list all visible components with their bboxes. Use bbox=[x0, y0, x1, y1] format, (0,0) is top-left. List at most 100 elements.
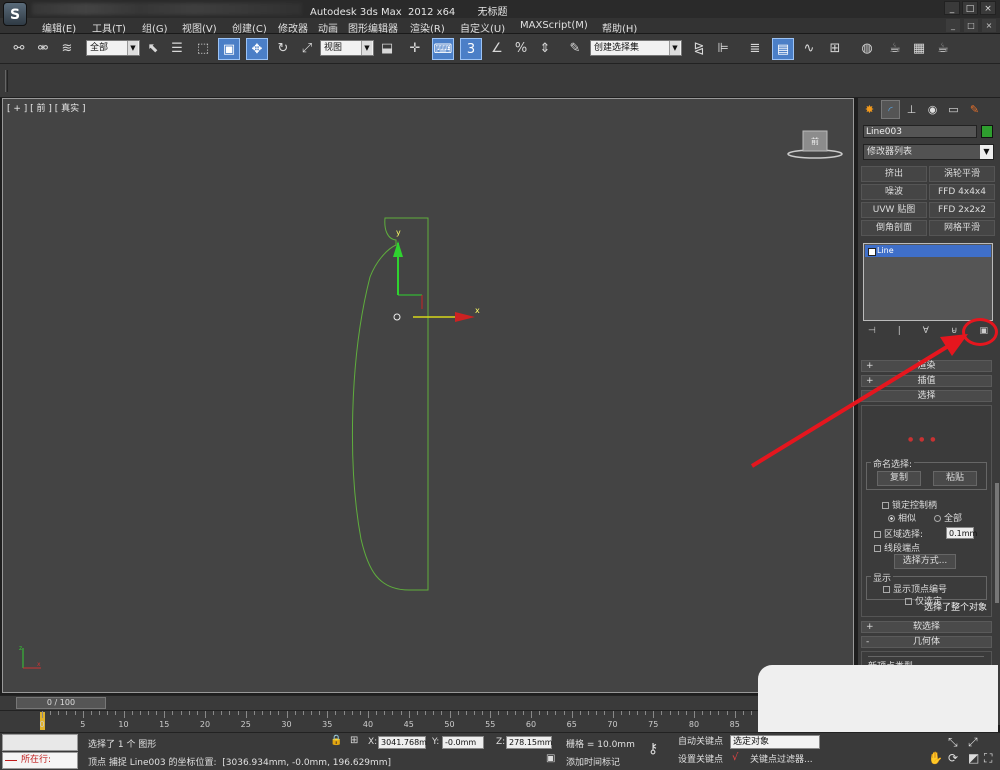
mirror-icon[interactable]: ⧎ bbox=[688, 38, 710, 60]
menu-rendering[interactable]: 渲染(R) bbox=[410, 20, 445, 35]
segment-end-checkbox[interactable]: 线段端点 bbox=[874, 541, 920, 554]
minimize-button[interactable]: _ bbox=[944, 1, 960, 15]
paste-button[interactable]: 粘贴 bbox=[933, 471, 977, 486]
doc-close-button[interactable]: × bbox=[982, 19, 996, 32]
hierarchy-tab-icon[interactable]: ⊥ bbox=[902, 100, 921, 119]
layer-manager-icon[interactable]: ≣ bbox=[744, 38, 766, 60]
curve-editor-icon[interactable]: ∿ bbox=[798, 38, 820, 60]
zoom-extents-icon[interactable]: ⤡ bbox=[948, 735, 958, 750]
menu-graph-editors[interactable]: 图形编辑器 bbox=[348, 20, 398, 35]
pivot-icon[interactable]: ⬓ bbox=[376, 38, 398, 60]
menu-tools[interactable]: 工具(T) bbox=[92, 20, 126, 35]
menu-group[interactable]: 组(G) bbox=[142, 20, 168, 35]
scale-icon[interactable]: ⤢ bbox=[296, 38, 318, 60]
modifier-turbosmooth-button[interactable]: 涡轮平滑 bbox=[929, 166, 995, 182]
modifier-bevel-profile-button[interactable]: 倒角剖面 bbox=[861, 220, 927, 236]
fov-icon[interactable]: ◩ bbox=[968, 751, 979, 765]
render-setup-icon[interactable]: ☕ bbox=[884, 38, 906, 60]
schematic-icon[interactable]: ⊞ bbox=[824, 38, 846, 60]
object-name-field[interactable]: Line003 bbox=[863, 125, 977, 138]
pan-icon[interactable]: ✋ bbox=[928, 751, 943, 765]
subobject-level-icons[interactable]: ● ● ● bbox=[908, 436, 938, 443]
graphite-icon[interactable]: ▤ bbox=[772, 38, 794, 60]
app-logo-icon[interactable]: S bbox=[3, 2, 27, 26]
maximize-button[interactable]: □ bbox=[962, 1, 978, 15]
set-key-button[interactable]: 设置关键点 bbox=[678, 753, 723, 768]
utilities-tab-icon[interactable]: ✎ bbox=[965, 100, 984, 119]
modifier-meshsmooth-button[interactable]: 网格平滑 bbox=[929, 220, 995, 236]
zoom-all-icon[interactable]: ⤢ bbox=[968, 735, 978, 750]
angle-snap-icon[interactable]: ∠ bbox=[486, 38, 508, 60]
time-tag-icon[interactable]: ▣ bbox=[546, 753, 555, 764]
rect-selection-icon[interactable]: ⬚ bbox=[192, 38, 214, 60]
rollout-geometry[interactable]: - 几何体 bbox=[861, 636, 992, 648]
spinner-snap-icon[interactable]: ⇕ bbox=[534, 38, 556, 60]
modifier-ffd444-button[interactable]: FFD 4x4x4 bbox=[929, 184, 995, 200]
menu-create[interactable]: 创建(C) bbox=[232, 20, 267, 35]
keyboard-shortcut-icon[interactable]: ⌨ bbox=[432, 38, 454, 60]
doc-restore-button[interactable]: □ bbox=[964, 19, 978, 32]
time-slider[interactable]: 0 / 100 bbox=[16, 697, 106, 709]
remove-modifier-icon[interactable]: ⊌ bbox=[951, 326, 958, 340]
rollout-selection[interactable]: - 选择 bbox=[861, 390, 992, 402]
auto-key-button[interactable]: 自动关键点 bbox=[678, 735, 723, 750]
create-tab-icon[interactable]: ✸ bbox=[860, 100, 879, 119]
percent-snap-icon[interactable]: % bbox=[510, 38, 532, 60]
modifier-noise-button[interactable]: 噪波 bbox=[861, 184, 927, 200]
lock-selection-icon[interactable]: 🔒 bbox=[330, 735, 342, 746]
maximize-viewport-icon[interactable]: ⛶ bbox=[984, 751, 992, 766]
area-selection-spinner[interactable]: 0.1mm bbox=[946, 527, 977, 539]
align-icon[interactable]: ⊫ bbox=[712, 38, 734, 60]
render-icon[interactable]: ☕ bbox=[932, 38, 954, 60]
close-button[interactable]: × bbox=[980, 1, 996, 15]
unlink-icon[interactable]: ⚮ bbox=[32, 38, 54, 60]
modify-tab-icon[interactable]: ◜ bbox=[881, 100, 900, 119]
orbit-icon[interactable]: ⟳ bbox=[948, 751, 958, 765]
menu-maxscript[interactable]: MAXScript(M) bbox=[520, 20, 588, 31]
strip-drag-handle[interactable] bbox=[5, 70, 8, 92]
rendered-frame-icon[interactable]: ▦ bbox=[908, 38, 930, 60]
rollout-soft-selection[interactable]: + 软选择 bbox=[861, 621, 992, 633]
viewcube-icon[interactable]: 前 bbox=[785, 129, 845, 163]
reference-coord-dropdown[interactable]: 视图 ▼ bbox=[320, 40, 374, 56]
modifier-stack[interactable]: Line bbox=[863, 243, 993, 321]
named-selection-dropdown[interactable]: 创建选择集 ▼ bbox=[590, 40, 682, 56]
move-icon[interactable]: ✥ bbox=[246, 38, 268, 60]
key-mode-icon[interactable]: √ bbox=[732, 752, 738, 763]
track-bar[interactable]: 051015202530354045505560657075808590 bbox=[0, 710, 858, 732]
lock-handles-checkbox[interactable]: 锁定控制柄 bbox=[882, 498, 937, 511]
alike-radio[interactable]: 相似 bbox=[888, 511, 916, 524]
make-unique-icon[interactable]: ∀ bbox=[923, 326, 929, 340]
quick-access-toolbar[interactable] bbox=[32, 3, 302, 15]
select-by-button[interactable]: 选择方式... bbox=[894, 554, 956, 569]
menu-edit[interactable]: 编辑(E) bbox=[42, 20, 76, 35]
select-by-name-icon[interactable]: ☰ bbox=[166, 38, 188, 60]
menu-views[interactable]: 视图(V) bbox=[182, 20, 217, 35]
modifier-uvw-button[interactable]: UVW 贴图 bbox=[861, 202, 927, 218]
z-coord-field[interactable]: 278.15mm bbox=[506, 736, 553, 749]
menu-animation[interactable]: 动画 bbox=[318, 20, 338, 35]
select-object-icon[interactable]: ⬉ bbox=[142, 38, 164, 60]
rollout-interpolation[interactable]: + 插值 bbox=[861, 375, 992, 387]
bind-spacewarp-icon[interactable]: ≋ bbox=[56, 38, 78, 60]
window-crossing-icon[interactable]: ▣ bbox=[218, 38, 240, 60]
menu-help[interactable]: 帮助(H) bbox=[602, 20, 637, 35]
add-time-tag-button[interactable]: 添加时间标记 bbox=[566, 755, 620, 768]
selected-object-dropdown[interactable]: 选定对象 bbox=[730, 735, 820, 749]
y-coord-field[interactable]: -0.0mm bbox=[442, 736, 484, 749]
absolute-mode-icon[interactable]: ⊞ bbox=[350, 735, 358, 746]
maxscript-listener-input[interactable] bbox=[2, 734, 78, 751]
pin-stack-icon[interactable]: ⊣ bbox=[868, 326, 876, 340]
key-filters-button[interactable]: 关键点过滤器... bbox=[750, 753, 813, 768]
manipulate-icon[interactable]: ✛ bbox=[404, 38, 426, 60]
modifier-ffd222-button[interactable]: FFD 2x2x2 bbox=[929, 202, 995, 218]
menu-modifiers[interactable]: 修改器 bbox=[278, 20, 308, 35]
x-coord-field[interactable]: 3041.768m bbox=[378, 736, 427, 749]
show-end-result-icon[interactable]: | bbox=[898, 326, 901, 340]
set-key-icon[interactable]: ⚷ bbox=[648, 741, 658, 757]
rotate-icon[interactable]: ↻ bbox=[272, 38, 294, 60]
doc-minimize-button[interactable]: _ bbox=[946, 19, 960, 32]
object-color-swatch[interactable] bbox=[981, 125, 993, 138]
display-tab-icon[interactable]: ▭ bbox=[944, 100, 963, 119]
snap-toggle-icon[interactable]: 3 bbox=[460, 38, 482, 60]
